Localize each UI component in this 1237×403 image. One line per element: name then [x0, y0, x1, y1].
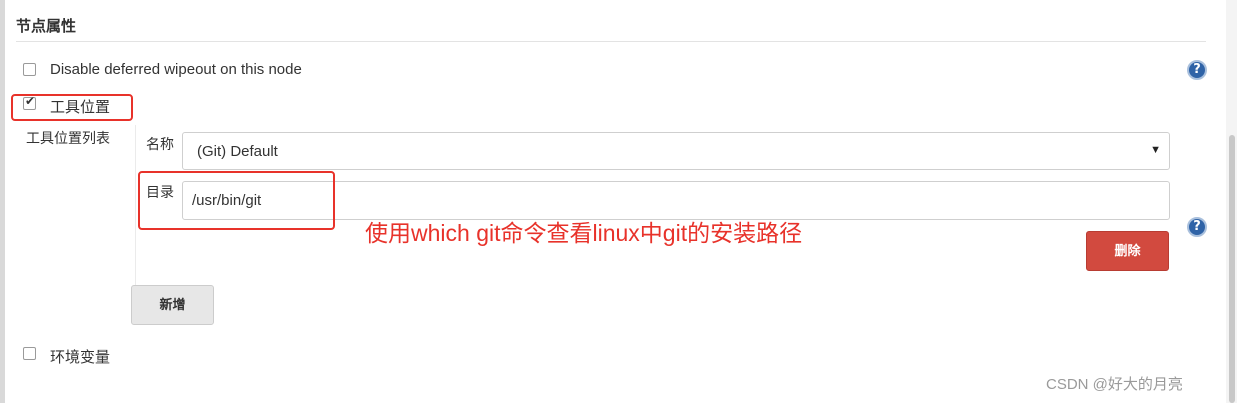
delete-button[interactable]: 删除	[1086, 231, 1169, 271]
env-vars-checkbox[interactable]	[23, 347, 36, 360]
tool-location-list-label: 工具位置列表	[26, 130, 110, 146]
help-icon[interactable]: ?	[1187, 217, 1207, 237]
left-border	[0, 0, 5, 403]
annotation-box-directory	[138, 171, 335, 230]
watermark: CSDN @好大的月亮	[1046, 376, 1183, 393]
help-icon[interactable]: ?	[1187, 60, 1207, 80]
scrollbar-thumb[interactable]	[1229, 135, 1235, 403]
tool-name-selected-value: (Git) Default	[197, 143, 278, 160]
deferred-wipeout-checkbox[interactable]	[23, 63, 36, 76]
section-divider	[16, 41, 1206, 42]
annotation-box-tool-locations	[11, 94, 133, 121]
name-field-label: 名称	[146, 136, 174, 152]
chevron-down-icon: ▼	[1150, 144, 1161, 156]
env-vars-label: 环境变量	[50, 349, 111, 366]
deferred-wipeout-label: Disable deferred wipeout on this node	[50, 61, 302, 78]
add-button[interactable]: 新增	[131, 285, 214, 325]
tool-name-select[interactable]: (Git) Default ▼	[182, 132, 1170, 170]
section-title: 节点属性	[16, 18, 77, 35]
annotation-text: 使用which git命令查看linux中git的安装路径	[365, 220, 803, 246]
